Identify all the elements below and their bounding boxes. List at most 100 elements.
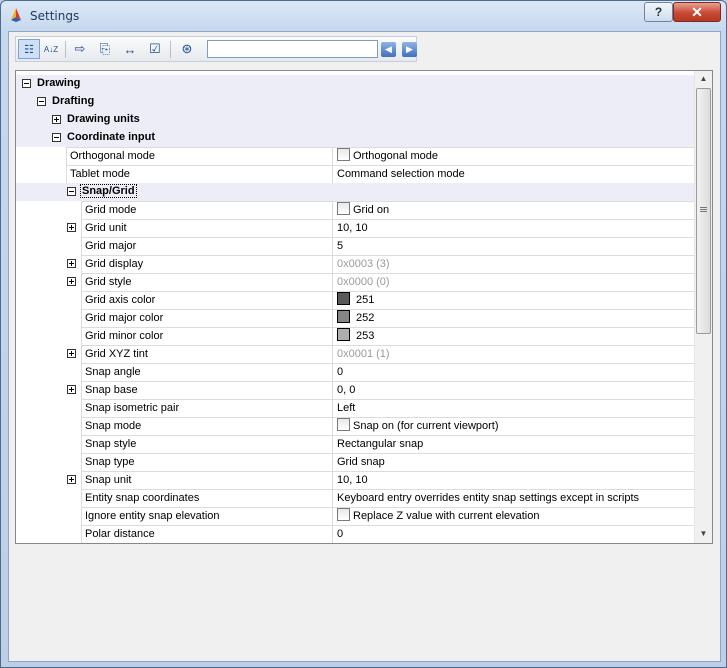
scroll-down-button[interactable]: ▼ [695, 526, 712, 542]
property-value[interactable]: Command selection mode [332, 165, 699, 183]
scrollbar-thumb[interactable] [696, 88, 711, 334]
toolbar-separator [170, 41, 171, 58]
property-value[interactable]: Keyboard entry overrides entity snap set… [332, 489, 699, 507]
checklist-button[interactable]: ☑ [146, 40, 164, 58]
grip-line [700, 209, 707, 210]
category-drafting[interactable]: Drafting [16, 93, 694, 111]
find-previous-button[interactable]: ◀ [381, 42, 396, 57]
property-name: Snap style [81, 435, 332, 453]
collapse-drafting-icon[interactable] [37, 97, 46, 106]
property-row-snap-isometric-pair[interactable]: Snap isometric pair Left [16, 399, 699, 417]
property-row-grid-major[interactable]: Grid major 5 [16, 237, 699, 255]
grip-line [700, 211, 707, 212]
vertical-scrollbar[interactable]: ▲ ▼ [694, 71, 712, 543]
property-value[interactable]: 0x0001 (1) [332, 345, 699, 363]
app-logo-icon [11, 8, 21, 22]
property-value[interactable]: Grid snap [332, 453, 699, 471]
property-value[interactable]: Orthogonal mode [332, 147, 699, 165]
property-row-snap-style[interactable]: Snap style Rectangular snap [16, 435, 699, 453]
property-value[interactable]: Rectangular snap [332, 435, 699, 453]
dimension-icon: ↔ [123, 41, 137, 57]
property-value[interactable]: Grid on [332, 201, 699, 219]
property-value[interactable]: 0x0000 (0) [332, 273, 699, 291]
expand-snap-unit-icon[interactable] [67, 475, 76, 484]
checkbox[interactable] [337, 508, 350, 521]
expand-grid-unit-icon[interactable] [67, 223, 76, 232]
category-label: Drawing [37, 77, 81, 89]
property-value-text: 10, 10 [337, 222, 368, 234]
category-coordinate-input[interactable]: Coordinate input [16, 129, 694, 147]
property-row-grid-style[interactable]: Grid style 0x0000 (0) [16, 273, 699, 291]
property-row-grid-xyz-tint[interactable]: Grid XYZ tint 0x0001 (1) [16, 345, 699, 363]
property-row-orthogonal-mode[interactable]: Orthogonal mode Orthogonal mode [16, 147, 699, 165]
property-row-grid-axis-color[interactable]: Grid axis color 251 [16, 291, 699, 309]
property-value[interactable]: 253 [332, 327, 699, 345]
property-value[interactable]: 10, 10 [332, 471, 699, 489]
dimension-button[interactable]: ↔ [121, 40, 139, 58]
expand-grid-style-icon[interactable] [67, 277, 76, 286]
checkbox[interactable] [337, 148, 350, 161]
property-value[interactable]: 0 [332, 363, 699, 381]
property-value[interactable]: 252 [332, 309, 699, 327]
property-row-grid-minor-color[interactable]: Grid minor color 253 [16, 327, 699, 345]
property-value-text: Grid on [353, 204, 390, 216]
property-row-entity-snap-coordinates[interactable]: Entity snap coordinates Keyboard entry ov… [16, 489, 699, 507]
find-next-button[interactable]: ▶ [402, 42, 417, 57]
property-row-grid-unit[interactable]: Grid unit 10, 10 [16, 219, 699, 237]
collapse-coordinate-input-icon[interactable] [52, 133, 61, 142]
expand-grid-xyz-tint-icon[interactable] [67, 349, 76, 358]
property-row-snap-base[interactable]: Snap base 0, 0 [16, 381, 699, 399]
title-bar[interactable]: Settings ? ✕ [1, 1, 726, 31]
binoculars-icon: ⊛ [181, 41, 193, 56]
property-value[interactable]: 0, 0 [332, 381, 699, 399]
scroll-up-button[interactable]: ▲ [695, 71, 712, 87]
property-value[interactable]: 10, 10 [332, 219, 699, 237]
property-row-snap-mode[interactable]: Snap mode Snap on (for current viewport) [16, 417, 699, 435]
expand-snap-base-icon[interactable] [67, 385, 76, 394]
property-value[interactable]: 0 [332, 525, 699, 543]
categorized-view-button[interactable]: ☷ [18, 39, 40, 59]
search-input[interactable] [207, 40, 378, 58]
property-value-text: Replace Z value with current elevation [353, 510, 540, 522]
property-row-grid-major-color[interactable]: Grid major color 252 [16, 309, 699, 327]
property-value-text: Snap on (for current viewport) [353, 420, 499, 432]
property-row-snap-type[interactable]: Snap type Grid snap [16, 453, 699, 471]
close-button[interactable]: ✕ [673, 2, 721, 22]
property-row-snap-unit[interactable]: Snap unit 10, 10 [16, 471, 699, 489]
checkbox[interactable] [337, 202, 350, 215]
property-value[interactable]: Left [332, 399, 699, 417]
import-button[interactable]: ⎘ [96, 40, 114, 58]
category-snap-grid[interactable]: Snap/Grid [16, 183, 694, 201]
property-value[interactable]: Snap on (for current viewport) [332, 417, 699, 435]
property-value[interactable]: 5 [332, 237, 699, 255]
property-row-grid-mode[interactable]: Grid mode Grid on [16, 201, 699, 219]
toolbar-separator [65, 41, 66, 58]
property-row-tablet-mode[interactable]: Tablet mode Command selection mode [16, 165, 699, 183]
property-value[interactable]: 251 [332, 291, 699, 309]
color-swatch [337, 292, 350, 305]
property-row-snap-angle[interactable]: Snap angle 0 [16, 363, 699, 381]
property-row-grid-display[interactable]: Grid display 0x0003 (3) [16, 255, 699, 273]
checkbox[interactable] [337, 418, 350, 431]
property-value[interactable]: Replace Z value with current elevation [332, 507, 699, 525]
collapse-snap-grid-icon[interactable] [67, 187, 76, 196]
snap-grid-label: Snap/Grid [80, 184, 137, 198]
expand-grid-display-icon[interactable] [67, 259, 76, 268]
help-button[interactable]: ? [644, 2, 673, 22]
property-row-ignore-entity-snap-elevation[interactable]: Ignore entity snap elevation Replace Z va… [16, 507, 699, 525]
window-title: Settings [30, 9, 80, 23]
property-value[interactable]: 0x0003 (3) [332, 255, 699, 273]
property-name: Grid XYZ tint [81, 345, 332, 363]
find-button[interactable]: ⊛ [178, 40, 196, 58]
property-value-text: Left [337, 402, 356, 414]
category-drawing[interactable]: Drawing [16, 75, 694, 93]
alphabetical-sort-button[interactable]: A↓Z [42, 40, 60, 58]
collapse-drawing-icon[interactable] [22, 79, 31, 88]
property-name: Grid minor color [81, 327, 332, 345]
export-button[interactable]: ⇨ [71, 40, 89, 58]
category-drawing-units[interactable]: Drawing units [16, 111, 694, 129]
expand-drawing-units-icon[interactable] [52, 115, 61, 124]
property-row-polar-distance[interactable]: Polar distance 0 [16, 525, 699, 543]
property-name: Snap type [81, 453, 332, 471]
arrow-up-icon: ▲ [699, 74, 708, 83]
